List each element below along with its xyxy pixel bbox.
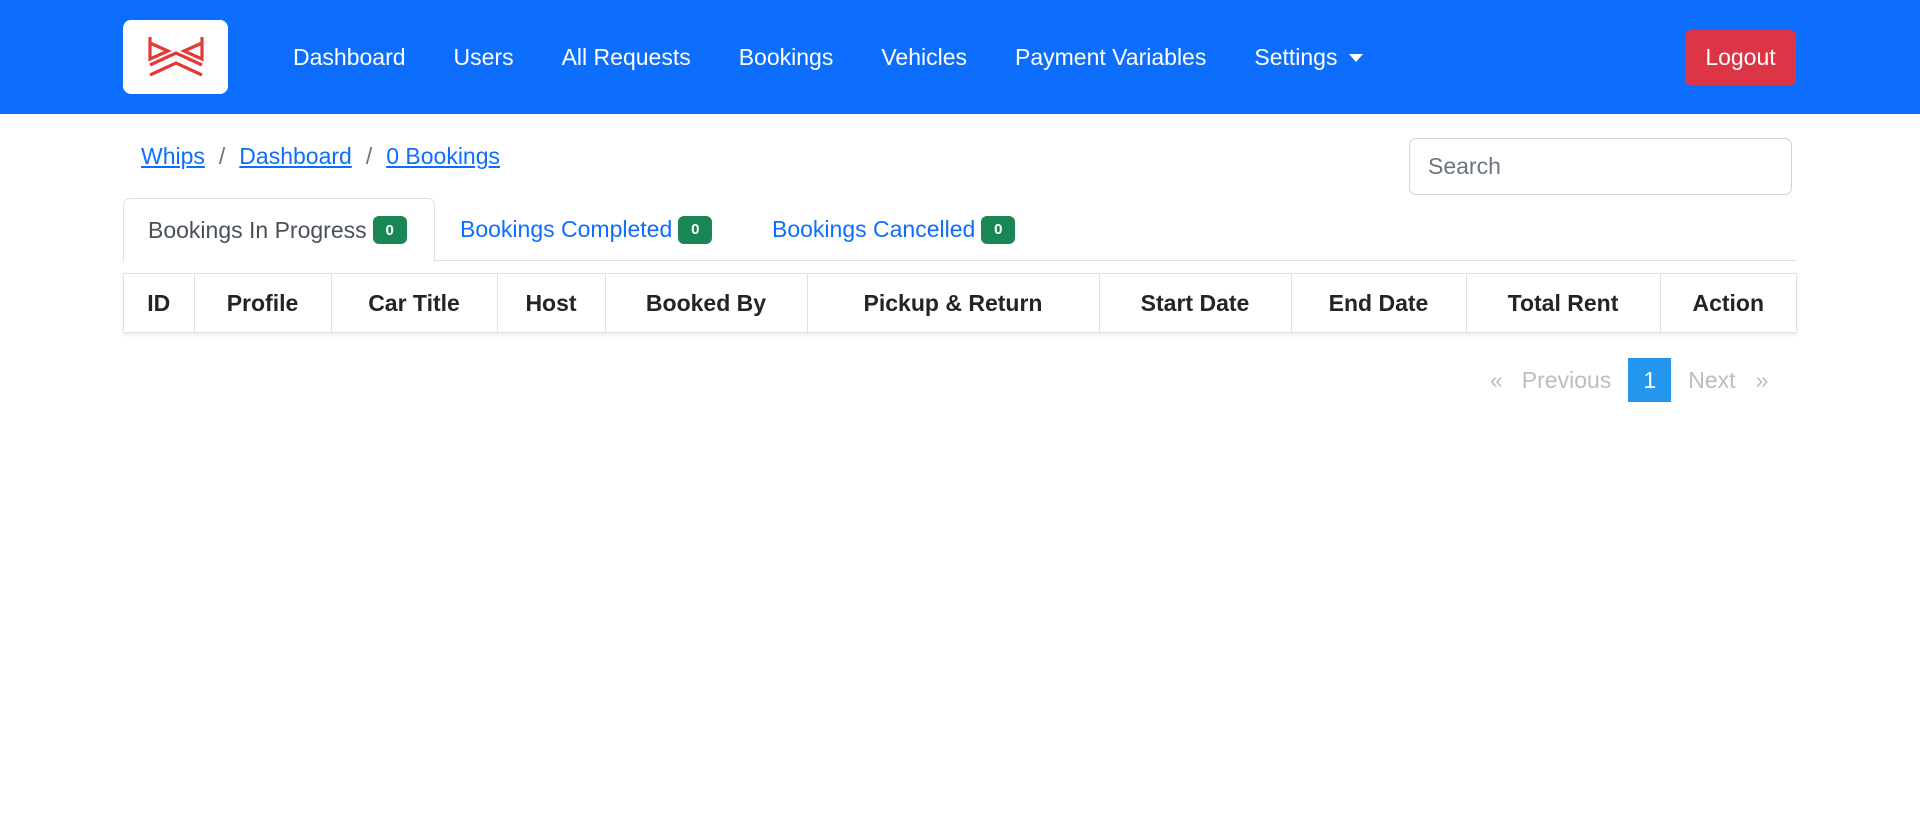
main-nav: Dashboard Users All Requests Bookings Ve…	[269, 0, 1387, 114]
pagination-page-current[interactable]: 1	[1628, 358, 1672, 402]
nav-bookings-label: Bookings	[738, 43, 834, 70]
column-header-id: ID	[124, 274, 195, 332]
breadcrumb-dashboard[interactable]: Dashboard	[239, 143, 352, 170]
pagination-first[interactable]: «	[1490, 367, 1503, 394]
breadcrumb-whips[interactable]: Whips	[141, 143, 205, 170]
nav-vehicles-label: Vehicles	[881, 43, 968, 70]
column-header-start-date: Start Date	[1099, 274, 1292, 332]
logout-label: Logout	[1705, 44, 1776, 70]
nav-all-requests-label: All Requests	[561, 43, 691, 70]
breadcrumb: Whips / Dashboard / 0 Bookings	[141, 143, 500, 170]
column-header-car-title: Car Title	[331, 274, 498, 332]
nav-bookings[interactable]: Bookings	[715, 44, 858, 71]
pagination-last[interactable]: »	[1756, 367, 1769, 394]
table-header-row: ID Profile Car Title Host Booked By Pick…	[124, 274, 1796, 332]
bookings-table: ID Profile Car Title Host Booked By Pick…	[123, 273, 1797, 333]
logout-button[interactable]: Logout	[1685, 30, 1796, 85]
column-header-host: Host	[497, 274, 606, 332]
tab-completed-label: Bookings Completed	[460, 216, 673, 242]
nav-settings-dropdown[interactable]: Settings	[1230, 44, 1387, 71]
column-header-total-rent: Total Rent	[1466, 274, 1661, 332]
whips-logo-icon	[147, 37, 204, 77]
breadcrumb-separator: /	[365, 143, 373, 169]
search-input[interactable]	[1409, 138, 1792, 195]
brand-logo[interactable]	[123, 20, 228, 94]
tab-bookings-completed[interactable]: Bookings Completed 0	[460, 198, 713, 261]
pagination-previous[interactable]: Previous	[1522, 367, 1611, 394]
caret-down-icon	[1349, 54, 1364, 62]
column-header-booked-by: Booked By	[605, 274, 808, 332]
column-header-end-date: End Date	[1291, 274, 1467, 332]
nav-settings-label: Settings	[1254, 43, 1338, 70]
bookings-tabs: Bookings In Progress 0 Bookings Complete…	[123, 198, 1797, 262]
column-header-action: Action	[1692, 289, 1765, 316]
cancelled-count-badge: 0	[981, 215, 1016, 244]
nav-vehicles[interactable]: Vehicles	[857, 44, 991, 71]
in-progress-count-badge: 0	[372, 216, 407, 244]
pagination: « Previous 1 Next »	[1490, 358, 1768, 402]
nav-users-label: Users	[453, 43, 514, 70]
breadcrumb-bookings[interactable]: 0 Bookings	[386, 143, 500, 170]
tab-bookings-cancelled[interactable]: Bookings Cancelled 0	[772, 198, 1016, 261]
nav-payment-variables[interactable]: Payment Variables	[991, 44, 1230, 71]
tab-bookings-in-progress[interactable]: Bookings In Progress 0	[123, 198, 435, 262]
column-header-pickup-return: Pickup & Return	[807, 274, 1100, 332]
top-navbar: Dashboard Users All Requests Bookings Ve…	[0, 0, 1920, 114]
completed-count-badge: 0	[678, 215, 713, 244]
nav-dashboard[interactable]: Dashboard	[269, 44, 430, 71]
column-header-profile: Profile	[194, 274, 332, 332]
tab-cancelled-label: Bookings Cancelled	[772, 216, 976, 242]
nav-payment-variables-label: Payment Variables	[1015, 43, 1207, 70]
nav-users[interactable]: Users	[430, 44, 538, 71]
breadcrumb-separator: /	[218, 143, 226, 169]
tab-in-progress-label: Bookings In Progress	[148, 216, 367, 243]
pagination-next[interactable]: Next	[1688, 367, 1735, 394]
nav-all-requests[interactable]: All Requests	[538, 44, 715, 71]
nav-dashboard-label: Dashboard	[293, 43, 406, 70]
